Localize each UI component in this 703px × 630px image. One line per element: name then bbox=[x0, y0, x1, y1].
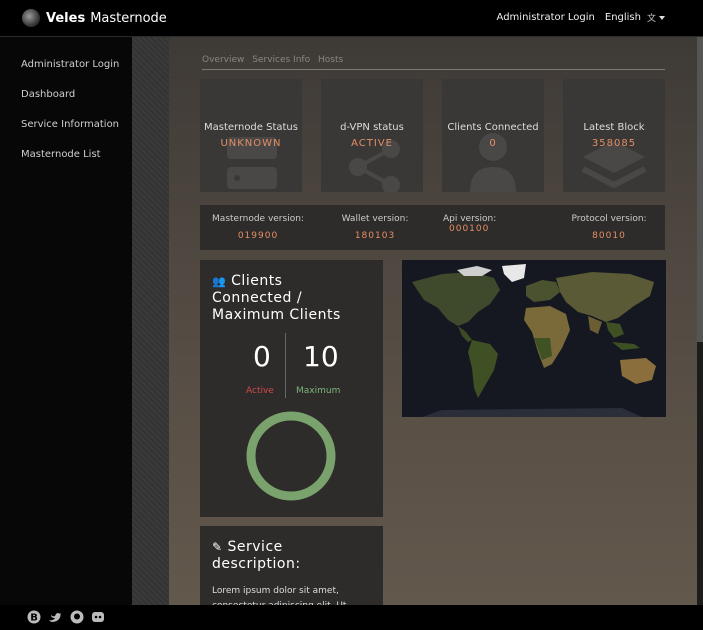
stat-label: Clients Connected bbox=[447, 122, 539, 133]
divider bbox=[285, 333, 286, 398]
version-label: Protocol version: bbox=[571, 214, 647, 224]
world-map[interactable] bbox=[402, 260, 666, 417]
footer: B bbox=[0, 605, 703, 630]
twitter-icon[interactable] bbox=[48, 610, 62, 624]
edit-icon: ✎ bbox=[212, 540, 223, 554]
version-label: Api version: bbox=[443, 214, 497, 224]
service-description-title: ✎ Service description: bbox=[212, 539, 301, 573]
versions-panel: Masternode version: 019900 Wallet versio… bbox=[200, 205, 665, 250]
brand-subtitle: Masternode bbox=[90, 10, 167, 26]
maximum-count: 10 bbox=[303, 340, 339, 373]
sidebar-item-administrator-login[interactable]: Administrator Login bbox=[21, 50, 132, 80]
clients-donut-chart bbox=[246, 411, 336, 501]
stat-label: Latest Block bbox=[583, 122, 645, 133]
share-icon bbox=[349, 140, 400, 192]
stat-value: 0 bbox=[489, 138, 497, 149]
version-api: Api version: 000100 bbox=[443, 214, 545, 234]
clients-card-title: 👥 Clients Connected / Maximum Clients bbox=[212, 273, 341, 324]
stat-value: UNKNOWN bbox=[220, 138, 282, 149]
version-wallet: Wallet version: 180103 bbox=[330, 214, 420, 241]
decorative-strip bbox=[132, 37, 169, 605]
stat-card-dvpn-status: d-VPN status ACTIVE bbox=[321, 79, 423, 192]
version-value: 000100 bbox=[449, 224, 490, 234]
bitcoin-icon[interactable]: B bbox=[27, 610, 41, 624]
main-content: Overview Services Info Hosts Masternode … bbox=[169, 37, 697, 605]
stat-card-clients-connected: Clients Connected 0 bbox=[442, 79, 544, 192]
brand-name: Veles bbox=[46, 10, 86, 26]
tab-overview[interactable]: Overview bbox=[202, 55, 244, 65]
stat-card-latest-block: Latest Block 358085 bbox=[563, 79, 665, 192]
scrollbar[interactable] bbox=[697, 37, 703, 605]
service-description-text: Lorem ipsum dolor sit amet, consectetur … bbox=[212, 586, 346, 605]
sidebar-item-masternode-list[interactable]: Masternode List bbox=[21, 140, 132, 170]
version-protocol: Protocol version: 80010 bbox=[562, 214, 656, 241]
clients-card: 👥 Clients Connected / Maximum Clients 0 … bbox=[200, 260, 383, 517]
clients-title-line2: Connected / bbox=[212, 290, 303, 306]
world-map-image bbox=[402, 260, 666, 417]
tab-bar: Overview Services Info Hosts bbox=[202, 55, 665, 70]
brand[interactable]: Veles Masternode bbox=[22, 9, 167, 27]
donut-fill bbox=[246, 411, 336, 501]
version-label: Masternode version: bbox=[212, 214, 304, 224]
header-login-link[interactable]: Administrator Login bbox=[497, 12, 595, 23]
scrollbar-thumb[interactable] bbox=[697, 37, 703, 342]
active-count: 0 bbox=[253, 340, 271, 373]
tab-services-info[interactable]: Services Info bbox=[252, 55, 310, 65]
stat-label: Masternode Status bbox=[204, 122, 298, 133]
sidebar-item-dashboard[interactable]: Dashboard bbox=[21, 80, 132, 110]
layers-icon bbox=[581, 141, 647, 189]
github-icon[interactable] bbox=[70, 610, 84, 624]
discord-icon[interactable] bbox=[91, 610, 105, 624]
desc-title-line2: description: bbox=[212, 556, 301, 572]
chevron-down-icon[interactable] bbox=[659, 15, 665, 20]
stat-value: ACTIVE bbox=[351, 138, 393, 149]
sidebar: Administrator Login Dashboard Service In… bbox=[0, 37, 132, 605]
version-label: Wallet version: bbox=[341, 214, 409, 224]
tab-hosts[interactable]: Hosts bbox=[318, 55, 343, 65]
service-description-card: ✎ Service description: Lorem ipsum dolor… bbox=[200, 526, 383, 605]
desc-title-line1: Service bbox=[227, 539, 283, 555]
user-icon bbox=[470, 133, 516, 192]
active-label: Active bbox=[246, 386, 274, 396]
version-value: 019900 bbox=[237, 231, 279, 241]
language-selector[interactable]: English bbox=[605, 12, 641, 23]
stat-label: d-VPN status bbox=[340, 122, 404, 133]
maximum-label: Maximum bbox=[296, 386, 341, 396]
top-navbar: Veles Masternode Administrator Login Eng… bbox=[0, 0, 703, 37]
users-icon: 👥 bbox=[212, 275, 227, 288]
stat-card-masternode-status: Masternode Status UNKNOWN bbox=[200, 79, 302, 192]
clients-title-line3: Maximum Clients bbox=[212, 307, 341, 323]
version-value: 80010 bbox=[592, 231, 626, 241]
veles-logo-icon bbox=[22, 9, 40, 27]
sidebar-item-service-information[interactable]: Service Information bbox=[21, 110, 132, 140]
version-value: 180103 bbox=[354, 231, 396, 241]
clients-title-line1: Clients bbox=[231, 273, 283, 289]
svg-text:B: B bbox=[30, 613, 38, 624]
stat-value: 358085 bbox=[591, 138, 637, 149]
server-icon bbox=[227, 137, 277, 189]
translate-icon[interactable]: 文 bbox=[647, 11, 656, 24]
version-masternode: Masternode version: 019900 bbox=[210, 214, 306, 241]
